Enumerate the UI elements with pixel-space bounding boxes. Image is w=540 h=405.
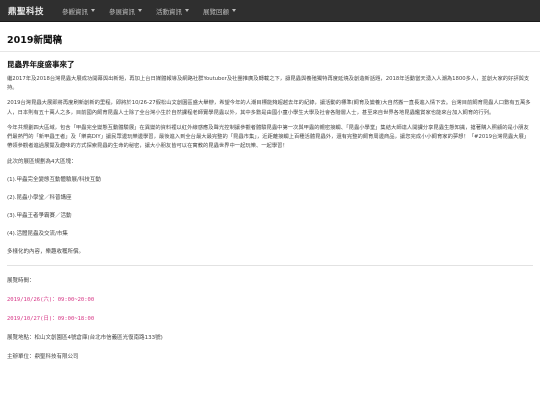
brand-logo[interactable]: 鼎聖科技 [8, 5, 44, 17]
exhibition-venue: 展覽地點：松山文創園區4號倉庫(台北市信義區光復南路133號) [7, 335, 163, 342]
nav-item-visit-info[interactable]: 參觀資訊 [62, 6, 96, 16]
area-item: (3).甲蟲王者爭霸賽／活動 [7, 213, 72, 220]
areas-intro: 此次的展區規劃為4大區塊： [7, 159, 77, 166]
section-divider [7, 265, 533, 267]
closing-text: 多樣化的內容，樂趣收穫所償。 [7, 249, 85, 256]
article-content: 昆蟲界年度盛事來了 繼2017年及2018台灣昆蟲大展成功開幕與出新題，再加上台… [0, 52, 540, 360]
article-title: 昆蟲界年度盛事來了 [7, 60, 75, 69]
article-paragraph: 2019台灣昆蟲大展即將再度刷新創新的里程，即將於10/26-27假松山文創園區… [7, 100, 531, 116]
nav-item-exhibition-review[interactable]: 展覽回顧 [203, 6, 237, 16]
nav-item-exhibitor-info[interactable]: 參展資訊 [109, 6, 143, 16]
caret-down-icon [138, 9, 143, 12]
area-item: (4).活體昆蟲及交流/市集 [7, 231, 68, 238]
nav-item-label: 參觀資訊 [62, 7, 89, 16]
nav-item-label: 參展資訊 [109, 7, 136, 16]
organizer: 主辦單位：鼎聖科技有限公司 [7, 354, 79, 361]
caret-down-icon [232, 9, 237, 12]
area-item: (1).甲蟲完全變態互動體驗展/科技互動 [7, 177, 101, 184]
nav-item-event-info[interactable]: 活動資訊 [156, 6, 190, 16]
exhibition-date: 2019/10/26(六)：09:00~20:00 [7, 297, 95, 304]
exhibition-date: 2019/10/27(日)：09:00~18:00 [7, 316, 95, 323]
caret-down-icon [185, 9, 190, 12]
nav-item-label: 活動資訊 [156, 7, 183, 16]
article-paragraph: 繼2017年及2018台灣昆蟲大展成功開幕與出新題，再加上台日媒體報導及網路社群… [7, 76, 530, 92]
page-title: 2019新聞稿 [7, 35, 62, 46]
article-paragraph: 今年共規劃四大區域，包含「甲蟲完全變態互動體驗展」在異變的資料裡以紅外線感應及聲… [7, 124, 530, 150]
area-item: (2).昆蟲小學堂／科普講座 [7, 195, 72, 202]
exhibition-time-label: 展覽時間： [7, 278, 35, 285]
nav-item-label: 展覽回顧 [203, 7, 230, 16]
page-header: 2019新聞稿 [0, 22, 540, 52]
caret-down-icon [91, 9, 96, 12]
top-navbar: 鼎聖科技 參觀資訊 參展資訊 活動資訊 展覽回顧 [0, 0, 540, 22]
